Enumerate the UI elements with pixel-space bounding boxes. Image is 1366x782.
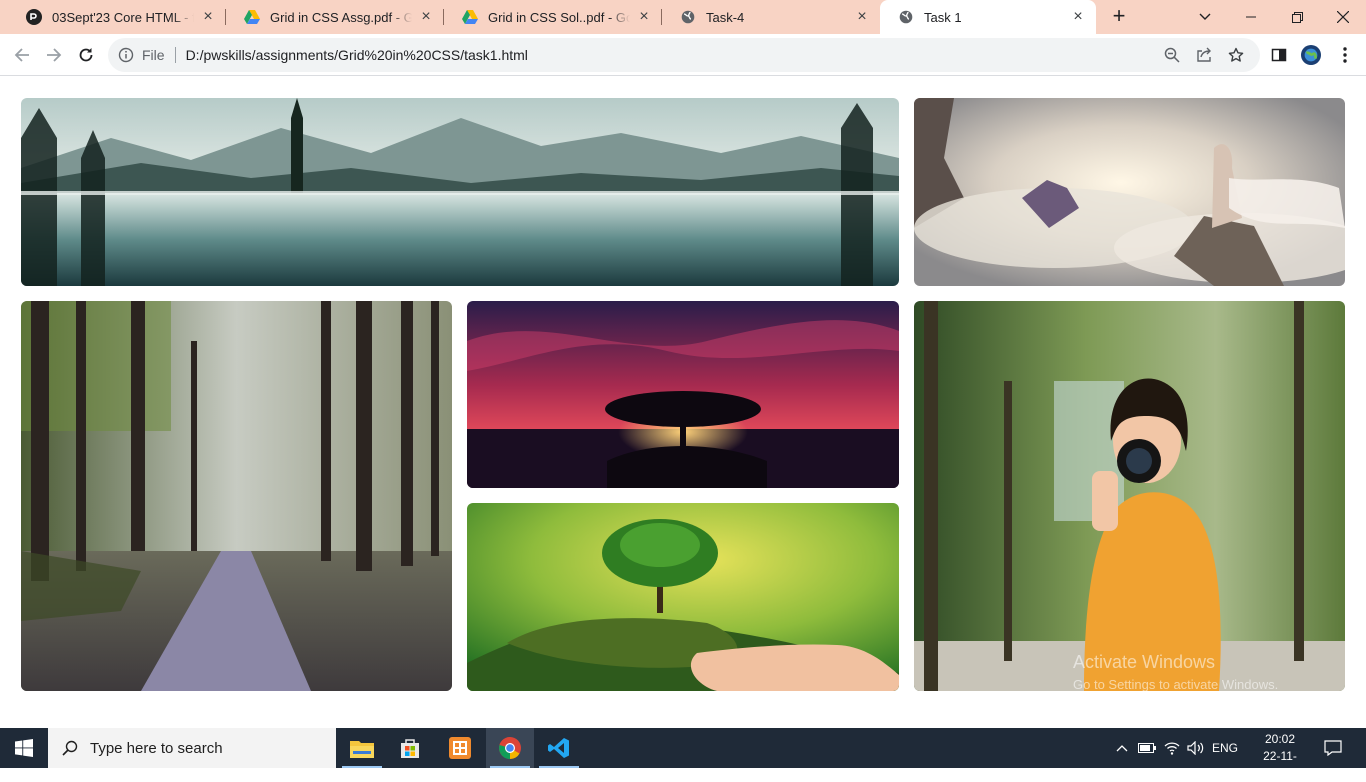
tab-4[interactable]: Task 1 × [880,0,1096,34]
watermark-title: Activate Windows [1073,652,1216,672]
tab-title: Grid in CSS Assg.pdf - Goog [270,9,412,25]
info-icon[interactable] [118,47,134,63]
tab-2[interactable]: Grid in CSS Sol..pdf - Google × [444,0,662,34]
tab-3[interactable]: Task-4 × [662,0,880,34]
tab-title: 03Sept'23 Core HTML - full c [52,9,194,25]
gallery-image-forest-path [21,301,452,691]
gallery-image-fantasy [914,98,1345,286]
close-icon[interactable]: × [200,9,216,25]
browser-toolbar: File D:/pwskills/assignments/Grid%20in%2… [0,34,1366,76]
restore-icon [1291,11,1303,23]
close-window-button[interactable] [1320,0,1366,34]
close-icon[interactable]: × [1070,9,1086,25]
tab-search-button[interactable] [1182,0,1228,34]
close-icon[interactable]: × [636,9,652,25]
pw-logo-icon [26,9,42,25]
scheme-label: File [142,47,165,63]
app-icon [449,737,471,759]
google-drive-icon [462,9,478,25]
close-icon [1337,11,1349,23]
close-icon[interactable]: × [854,9,870,25]
close-icon[interactable]: × [418,9,434,25]
action-center-button[interactable] [1320,728,1346,768]
chrome-icon [499,737,521,759]
url-text[interactable]: D:/pwskills/assignments/Grid%20in%20CSS/… [186,47,1164,63]
folder-icon [350,741,374,758]
restore-button[interactable] [1274,0,1320,34]
arrow-left-icon [14,48,29,62]
clock-date: 22-11-2023 [1263,749,1297,780]
vscode-button[interactable] [535,728,583,768]
start-button[interactable] [0,728,48,768]
globe-icon [680,9,696,25]
file-explorer-button[interactable] [338,728,386,768]
reload-button[interactable] [74,43,98,67]
reload-icon [79,48,93,62]
divider [174,47,176,63]
gallery-image-lake [21,98,899,286]
menu-button[interactable] [1335,45,1355,65]
chevron-down-icon [1199,13,1211,20]
vscode-icon [548,738,569,758]
tab-0[interactable]: 03Sept'23 Core HTML - full c × [8,0,226,34]
tab-title: Task-4 [706,9,745,25]
more-vert-icon [1343,47,1347,63]
gallery-image-woman-camera [914,301,1345,691]
watermark-subtitle: Go to Settings to activate Windows. [1073,677,1279,692]
share-icon[interactable] [1196,47,1212,63]
tab-title: Grid in CSS Sol..pdf - Google [488,9,630,25]
windows-taskbar: Type here to search ENG 20:02 22-11-2023 [0,728,1366,780]
tab-strip: 03Sept'23 Core HTML - full c × Grid in C… [0,0,1366,34]
minimize-icon [1246,16,1256,18]
arrow-right-icon [47,48,62,62]
show-hidden-icons[interactable] [1112,728,1132,768]
notification-icon [1324,740,1342,756]
search-icon [62,740,78,756]
page-content: Activate Windows Go to Settings to activ… [0,77,1366,728]
activate-windows-watermark: Activate Windows Go to Settings to activ… [1073,652,1278,692]
minimize-button[interactable] [1228,0,1274,34]
taskbar-search[interactable]: Type here to search [48,728,336,768]
store-icon [401,739,419,758]
new-tab-button[interactable]: + [1108,5,1130,28]
bookmark-star-icon[interactable] [1228,47,1244,63]
microsoft-store-button[interactable] [386,728,434,768]
battery-icon[interactable] [1136,728,1158,768]
sublime-app-button[interactable] [436,728,484,768]
gallery-image-tree-sunset [467,301,899,488]
zoom-icon[interactable] [1164,47,1180,63]
tab-1[interactable]: Grid in CSS Assg.pdf - Goog × [226,0,444,34]
google-drive-icon [244,9,260,25]
chrome-button[interactable] [486,728,534,768]
windows-logo-icon [15,739,33,757]
system-clock[interactable]: 20:02 22-11-2023 [1252,731,1308,782]
chevron-up-icon [1116,745,1128,752]
address-bar[interactable]: File D:/pwskills/assignments/Grid%20in%2… [108,38,1260,72]
search-placeholder: Type here to search [90,739,223,757]
profile-avatar[interactable] [1301,45,1321,65]
tab-title: Task 1 [924,9,962,25]
language-indicator[interactable]: ENG [1209,728,1241,768]
avatar-icon [1301,45,1321,65]
forward-button[interactable] [42,43,66,67]
side-panel-button[interactable] [1269,45,1289,65]
wifi-icon[interactable] [1161,728,1183,768]
side-panel-icon [1271,48,1287,62]
volume-icon[interactable] [1185,728,1207,768]
back-button[interactable] [10,43,34,67]
globe-icon [898,9,914,25]
gallery-image-tree-in-hand [467,503,899,691]
clock-time: 20:02 [1264,732,1296,746]
